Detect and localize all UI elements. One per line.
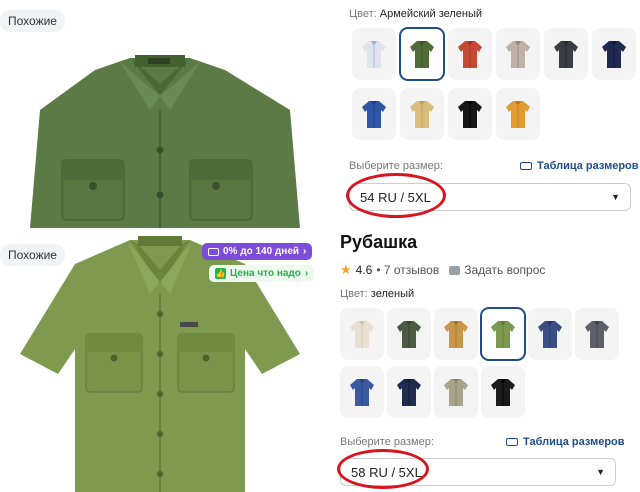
color-swatch[interactable] <box>575 308 619 360</box>
color-label-text: Цвет: <box>349 8 377 20</box>
highlight-oval-main <box>337 449 429 489</box>
color-swatch[interactable] <box>481 366 525 418</box>
color-swatch[interactable] <box>399 27 445 81</box>
color-swatch[interactable] <box>544 28 588 80</box>
chat-icon <box>449 265 461 275</box>
product-title: Рубашка <box>340 232 418 252</box>
installment-badge-label: 0% до 140 дней <box>223 246 300 257</box>
color-swatch[interactable] <box>352 88 396 140</box>
size-table-link-main[interactable]: Таблица размеров <box>506 436 625 448</box>
color-swatch[interactable] <box>387 308 431 360</box>
color-swatch[interactable] <box>340 308 384 360</box>
size-table-label: Таблица размеров <box>523 436 625 448</box>
chevron-down-icon: ▼ <box>611 192 620 202</box>
rating-value: 4.6 <box>355 263 373 277</box>
chevron-right-icon: › <box>304 268 309 279</box>
size-prompt-top: Выберите размер: <box>349 160 443 172</box>
color-swatch[interactable] <box>352 28 396 80</box>
ruler-icon <box>520 162 532 170</box>
size-prompt-main: Выберите размер: <box>340 436 434 448</box>
color-label-top: Цвет: Армейский зеленый <box>349 8 482 20</box>
color-swatches-main <box>340 307 630 423</box>
color-swatch[interactable] <box>496 88 540 140</box>
color-swatch[interactable] <box>480 307 526 361</box>
color-swatch[interactable] <box>387 366 431 418</box>
chevron-right-icon: › <box>303 246 307 257</box>
color-swatches-top <box>352 27 637 144</box>
color-swatch[interactable] <box>400 88 444 140</box>
color-swatch[interactable] <box>340 366 384 418</box>
price-badge[interactable]: 👍 Цена что надо › <box>209 265 315 282</box>
color-swatch[interactable] <box>448 28 492 80</box>
color-swatch[interactable] <box>448 88 492 140</box>
color-swatch[interactable] <box>528 308 572 360</box>
color-swatch[interactable] <box>592 28 636 80</box>
highlight-oval-top <box>346 173 446 218</box>
installment-badge[interactable]: 0% до 140 дней › <box>202 243 313 260</box>
shirt-image <box>30 55 300 228</box>
star-icon: ★ <box>340 262 352 277</box>
reviews-link[interactable]: • 7 отзывов <box>376 263 439 277</box>
ask-question-link[interactable]: Задать вопрос <box>464 263 545 277</box>
similar-button-top[interactable]: Похожие <box>0 10 65 32</box>
product-image-top[interactable] <box>0 0 318 228</box>
card-icon <box>208 247 219 256</box>
color-swatch[interactable] <box>496 28 540 80</box>
similar-button-main[interactable]: Похожие <box>0 244 65 266</box>
chevron-down-icon: ▼ <box>596 467 605 477</box>
ruler-icon <box>506 438 518 446</box>
thumbs-up-icon: 👍 <box>215 268 226 279</box>
rating-row: ★ 4.6 • 7 отзывов Задать вопрос <box>340 262 545 278</box>
size-table-label: Таблица размеров <box>537 160 639 172</box>
color-label-text: Цвет: <box>340 288 368 300</box>
size-table-link-top[interactable]: Таблица размеров <box>520 160 639 172</box>
color-swatch[interactable] <box>434 308 478 360</box>
price-badge-label: Цена что надо <box>230 268 301 279</box>
color-value: зеленый <box>370 288 415 300</box>
color-label-main: Цвет: зеленый <box>340 288 414 300</box>
color-swatch[interactable] <box>434 366 478 418</box>
color-value: Армейский зеленый <box>379 8 483 20</box>
